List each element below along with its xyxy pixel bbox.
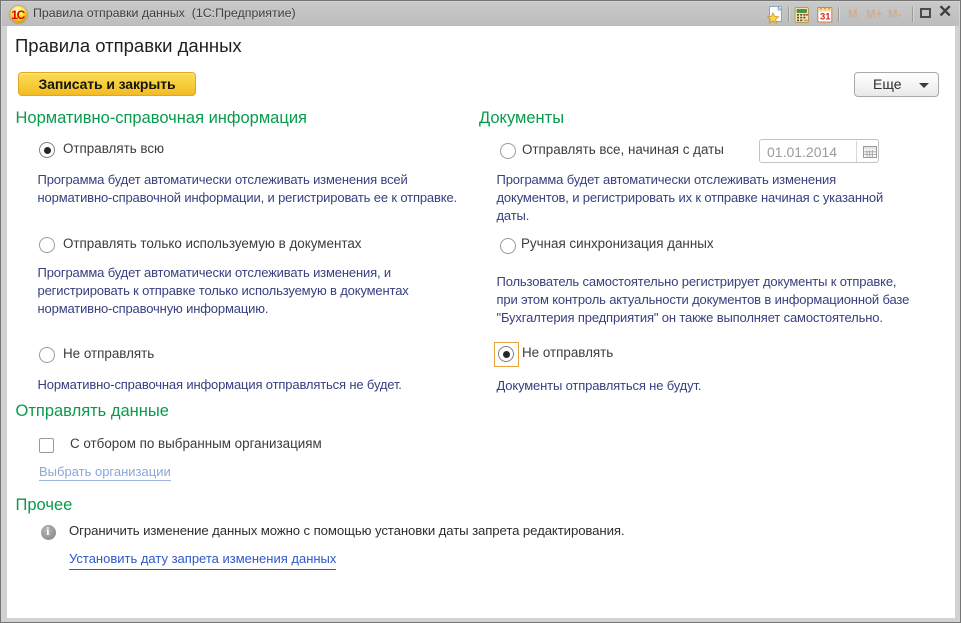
svg-text:31: 31 [820,12,831,23]
